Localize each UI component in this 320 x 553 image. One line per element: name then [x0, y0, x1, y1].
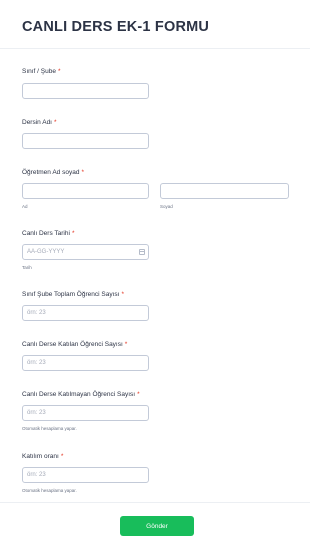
oran-input[interactable]: örn: 23 [22, 467, 149, 483]
katilan-placeholder: örn: 23 [27, 360, 46, 366]
katilan-input[interactable]: örn: 23 [22, 355, 149, 371]
tarih-input[interactable]: AA-GG-YYYY [22, 244, 149, 260]
toplam-input[interactable]: örn: 23 [22, 305, 149, 321]
required-mark: * [121, 291, 124, 298]
header-divider [0, 48, 310, 49]
katilmayan-label: Canlı Derse Katılmayan Öğrenci Sayısı * [22, 391, 140, 398]
oran-label: Katılım oranı * [22, 453, 64, 460]
toplam-label: Sınıf Şube Toplam Öğrenci Sayısı * [22, 291, 124, 298]
tarih-label: Canlı Ders Tarihi * [22, 230, 75, 237]
katilmayan-placeholder: örn: 23 [27, 410, 46, 416]
required-mark: * [137, 391, 140, 398]
required-mark: * [71, 230, 75, 237]
calendar-icon[interactable] [139, 249, 145, 255]
required-mark: * [54, 119, 57, 126]
ad-sublabel: Ad [22, 204, 28, 209]
ogretmen-soyad-input[interactable] [160, 183, 289, 199]
oran-sublabel: Otomatik hesaplama yapar. [22, 488, 77, 493]
required-mark: * [124, 341, 128, 348]
tarih-sublabel: Tarih [22, 265, 32, 270]
required-mark: * [81, 169, 84, 176]
oran-placeholder: örn: 23 [27, 472, 46, 478]
dersin-adi-input[interactable] [22, 133, 149, 149]
form-title: CANLI DERS EK-1 FORMU [22, 19, 210, 35]
ogretmen-label: Öğretmen Ad soyad * [22, 169, 84, 176]
ogretmen-ad-input[interactable] [22, 183, 149, 199]
katilmayan-sublabel: Otomatik hesaplama yapar. [22, 426, 77, 431]
katilmayan-input[interactable]: örn: 23 [22, 405, 149, 421]
toplam-placeholder: örn: 23 [27, 310, 46, 316]
katilan-label: Canlı Derse Katılan Öğrenci Sayısı * [22, 341, 128, 348]
footer-divider [0, 502, 310, 503]
dersin-adi-label: Dersin Adı * [22, 119, 57, 126]
required-mark: * [57, 68, 61, 75]
sinif-sube-input[interactable] [22, 83, 149, 99]
tarih-placeholder: AA-GG-YYYY [27, 249, 65, 255]
required-mark: * [60, 453, 64, 460]
submit-button[interactable]: Gönder [120, 516, 194, 536]
soyad-sublabel: Soyad [160, 204, 173, 209]
sinif-sube-label: Sınıf / Şube * [22, 68, 61, 75]
